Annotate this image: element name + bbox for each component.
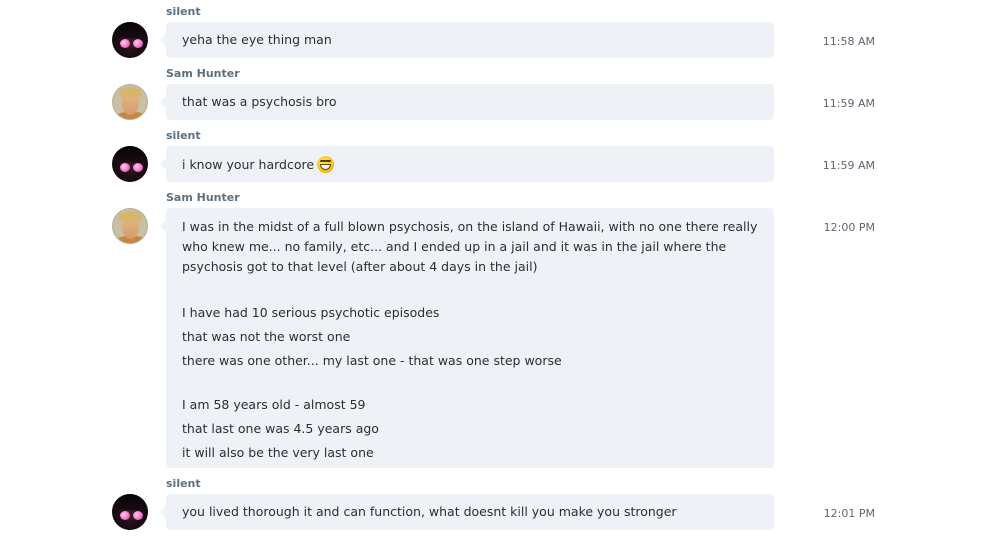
message-timestamp: 11:58 AM	[822, 35, 875, 48]
message-bubble: yeha the eye thing man	[160, 22, 774, 58]
silent-avatar[interactable]	[112, 146, 148, 182]
message-group: silent i know your hardcore 11:59 AM	[0, 129, 983, 184]
message-group: Sam Hunter I was in the midst of a full …	[0, 191, 983, 471]
sender-name[interactable]: Sam Hunter	[166, 67, 240, 80]
sender-name[interactable]: Sam Hunter	[166, 191, 240, 204]
message-bubble: you lived thorough it and can function, …	[160, 494, 774, 530]
message-timestamp: 11:59 AM	[822, 97, 875, 110]
message-text-line: that last one was 4.5 years ago	[182, 421, 379, 436]
sender-name[interactable]: silent	[166, 477, 201, 490]
message-text-line: there was one other... my last one - tha…	[182, 353, 562, 368]
message-bubble: that was a psychosis bro	[160, 84, 774, 120]
message-text-line: I have had 10 serious psychotic episodes	[182, 305, 440, 320]
sam-hunter-avatar[interactable]	[112, 208, 148, 244]
message-text: that was a psychosis bro	[182, 94, 337, 109]
message-timestamp: 11:59 AM	[822, 159, 875, 172]
message-text-line: I am 58 years old - almost 59	[182, 397, 366, 412]
message-text: i know your hardcore	[182, 157, 315, 172]
message-bubble: i know your hardcore	[160, 146, 774, 182]
message-text-line: it will also be the very last one	[182, 445, 374, 460]
message-text-line: that was not the worst one	[182, 329, 351, 344]
message-text-line: I was in the midst of a full blown psych…	[182, 219, 758, 234]
message-timestamp: 12:01 PM	[823, 507, 875, 520]
message-text: yeha the eye thing man	[182, 32, 332, 47]
sam-hunter-avatar[interactable]	[112, 84, 148, 120]
message-group: Sam Hunter that was a psychosis bro 11:5…	[0, 67, 983, 122]
message-text-line: psychosis got to that level (after about…	[182, 259, 538, 274]
message-group: silent you lived thorough it and can fun…	[0, 477, 983, 533]
message-bubble: I was in the midst of a full blown psych…	[160, 208, 774, 468]
message-text-line: who knew me... no family, etc... and I e…	[182, 239, 727, 254]
message-text: you lived thorough it and can function, …	[182, 504, 677, 519]
silent-avatar[interactable]	[112, 22, 148, 58]
sender-name[interactable]: silent	[166, 129, 201, 142]
message-timestamp: 12:00 PM	[823, 221, 875, 234]
grinning-face-emoji-icon	[317, 156, 335, 173]
message-group: silent yeha the eye thing man 11:58 AM	[0, 5, 983, 60]
sender-name[interactable]: silent	[166, 5, 201, 18]
silent-avatar[interactable]	[112, 494, 148, 530]
